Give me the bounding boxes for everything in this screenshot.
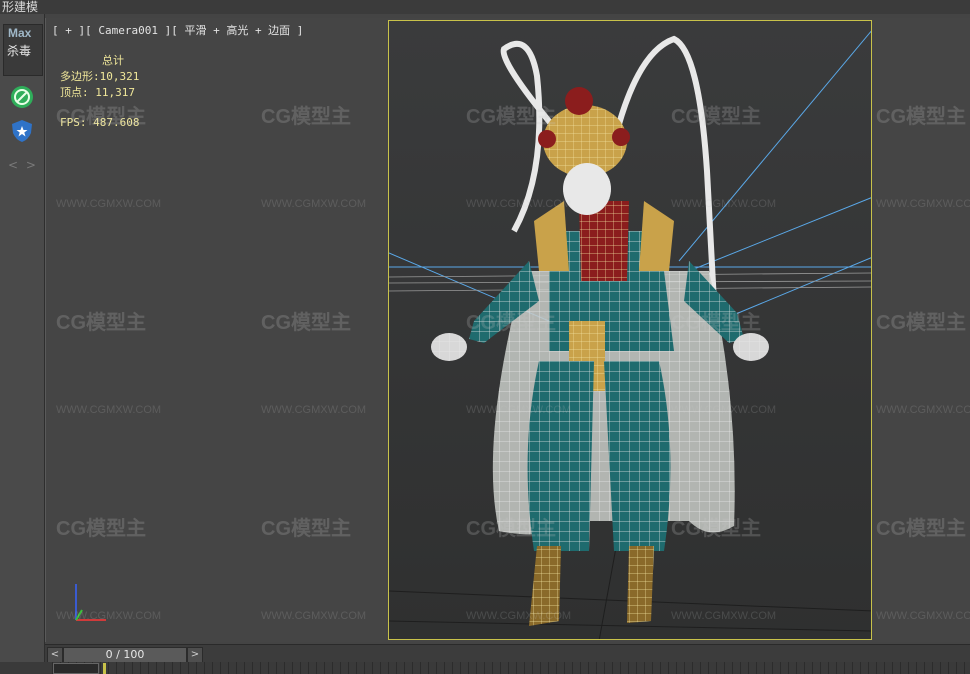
viewport-label[interactable]: [ + ][ Camera001 ][ 平滑 + 高光 + 边面 ]	[52, 22, 303, 38]
shield-icon[interactable]	[9, 118, 35, 144]
stats-total-label: 总计	[102, 54, 124, 67]
safe-frame	[388, 20, 872, 640]
stats-vertices: 顶点: 11,317	[60, 86, 135, 99]
watermark-url: WWW.CGMXW.COM	[261, 610, 367, 622]
max-antivirus-badge[interactable]: Max 杀毒	[3, 24, 43, 76]
left-toolbar: Max 杀毒 < >	[0, 14, 45, 674]
axis-gizmo	[75, 584, 106, 621]
timeline-bar: < 0 / 100 >	[45, 644, 970, 663]
camera-viewport[interactable]: [ + ][ Camera001 ][ 平滑 + 高光 + 边面 ] 总计 多边…	[45, 18, 970, 642]
key-filter-button[interactable]	[53, 663, 99, 674]
watermark-url: WWW.CGMXW.COM	[56, 198, 162, 210]
prev-frame-button[interactable]: <	[47, 647, 63, 663]
track-bar-corner	[0, 662, 45, 674]
watermark-logo: CG模型主	[261, 106, 351, 128]
watermark-logo: CG模型主	[876, 518, 966, 540]
watermark-logo: CG模型主	[56, 518, 146, 540]
panel-nav-arrows[interactable]: < >	[8, 158, 38, 172]
character-wireframe	[389, 30, 871, 639]
current-frame-marker[interactable]	[103, 663, 106, 674]
watermark-logo: CG模型主	[876, 312, 966, 334]
watermark-url: WWW.CGMXW.COM	[876, 610, 970, 622]
watermark-url: WWW.CGMXW.COM	[876, 198, 970, 210]
watermark-logo: CG模型主	[876, 106, 966, 128]
max-sub-label: 杀毒	[7, 44, 32, 58]
max-label: Max	[8, 26, 32, 40]
watermark-url: WWW.CGMXW.COM	[261, 404, 367, 416]
watermark-logo: CG模型主	[261, 312, 351, 334]
watermark-logo: CG模型主	[56, 312, 146, 334]
watermark-url: WWW.CGMXW.COM	[261, 198, 367, 210]
watermark-url: WWW.CGMXW.COM	[876, 404, 970, 416]
next-frame-button[interactable]: >	[187, 647, 203, 663]
title-strip-text: 形建模	[2, 0, 39, 14]
watermark-url: WWW.CGMXW.COM	[56, 404, 162, 416]
stats-polygons: 多边形:10,321	[60, 70, 140, 83]
stats-fps: FPS: 487.608	[60, 116, 140, 129]
watermark-logo: CG模型主	[261, 518, 351, 540]
track-bar[interactable]	[45, 662, 970, 674]
time-slider[interactable]: 0 / 100	[63, 647, 187, 663]
no-cursor-icon[interactable]	[9, 84, 35, 110]
title-strip: 形建模	[0, 0, 970, 14]
